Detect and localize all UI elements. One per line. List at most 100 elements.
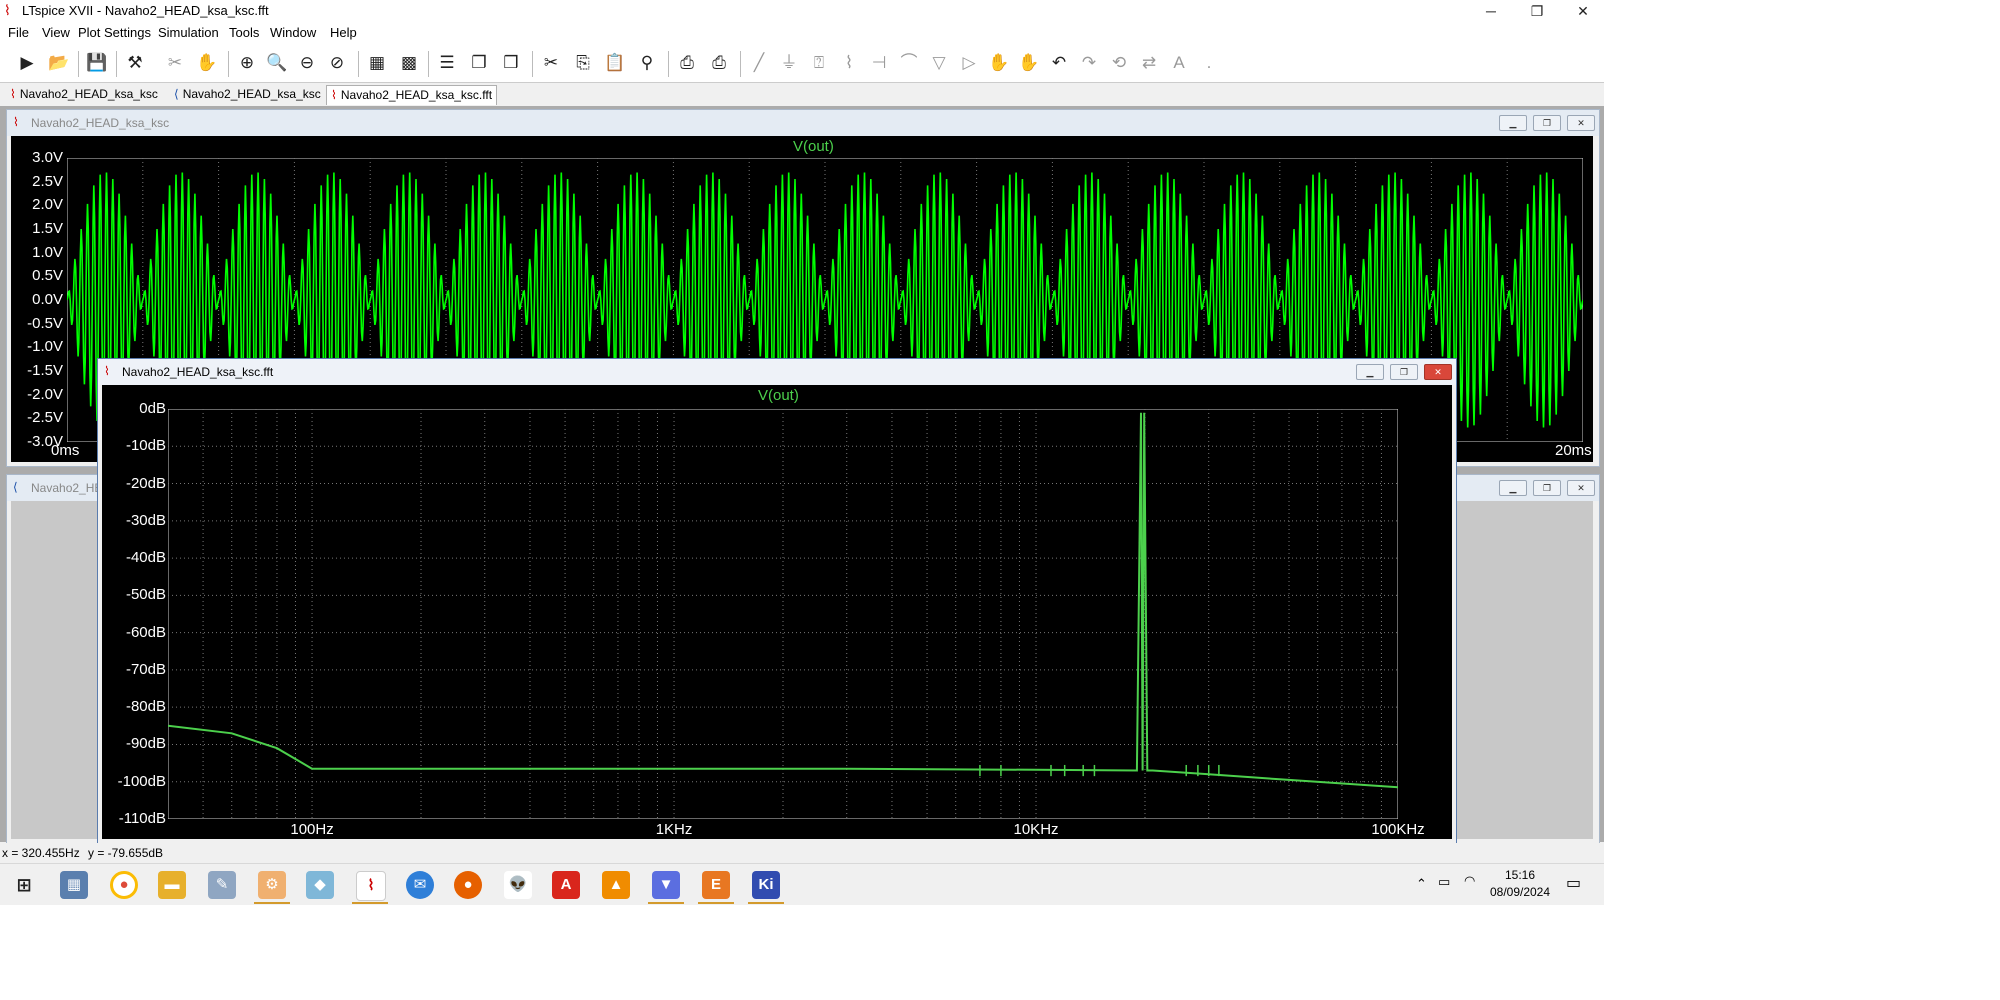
menu-view[interactable]: View <box>42 25 70 40</box>
mdi-close-button[interactable]: ✕ <box>1567 115 1595 131</box>
menu-bar: File View Plot Settings Simulation Tools… <box>0 22 1604 45</box>
wifi-icon[interactable]: ◠ <box>1464 873 1475 889</box>
toolbar-separator <box>428 51 429 77</box>
close-button[interactable]: ✕ <box>1560 0 1606 22</box>
tile-horizontal-icon[interactable]: ☰ <box>436 52 458 74</box>
label-net-icon[interactable]: ⍰ <box>808 52 830 74</box>
run-icon[interactable]: ▶ <box>16 52 38 74</box>
notes-icon[interactable]: ◆ <box>306 871 334 899</box>
clock-date[interactable]: 08/09/2024 <box>1488 885 1552 899</box>
mdi-close-button[interactable]: ✕ <box>1567 480 1595 496</box>
mdi-minimize-button[interactable]: ▁ <box>1499 115 1527 131</box>
x-tick-label: 100KHz <box>1371 821 1425 838</box>
vlc-icon[interactable]: ▲ <box>602 871 630 899</box>
print-icon[interactable]: ⎙ <box>676 52 698 74</box>
drag-icon[interactable]: ✋ <box>1018 52 1040 74</box>
time-trace-title[interactable]: V(out) <box>793 138 834 155</box>
control-panel-icon[interactable]: ⚒ <box>124 52 146 74</box>
mdi-minimize-button[interactable]: ▁ <box>1356 364 1384 380</box>
menu-simulation[interactable]: Simulation <box>158 25 219 40</box>
chrome-icon[interactable]: ● <box>110 871 138 899</box>
toolbar-separator <box>78 51 79 77</box>
open-folder-icon[interactable]: 📂 <box>48 52 70 74</box>
wire-icon[interactable]: ╱ <box>748 52 770 74</box>
y-tick-label: -2.0V <box>27 385 63 403</box>
toolbar-separator <box>532 51 533 77</box>
alien-icon[interactable]: 👽 <box>504 871 532 899</box>
redo-icon[interactable]: ↷ <box>1078 52 1100 74</box>
menu-file[interactable]: File <box>8 25 29 40</box>
rotate-icon[interactable]: ⟲ <box>1108 52 1130 74</box>
mdi-minimize-button[interactable]: ▁ <box>1499 480 1527 496</box>
spice-directive-icon[interactable]: . <box>1198 52 1220 74</box>
grid-icon[interactable]: ▩ <box>398 52 420 74</box>
text-icon[interactable]: A <box>1168 52 1190 74</box>
fft-plot-area[interactable]: V(out) 0dB -10dB -20dB -30dB -40dB -50dB -60dB… <box>102 385 1452 839</box>
acrobat-icon[interactable]: A <box>552 871 580 899</box>
save-icon[interactable]: 💾 <box>86 52 108 74</box>
vivaldi-icon[interactable]: ▼ <box>652 871 680 899</box>
cascade-icon[interactable]: ❐ <box>468 52 490 74</box>
tab-label: Navaho2_HEAD_ksa_ksc.fft <box>340 88 493 102</box>
series-line-vout[interactable] <box>168 412 1398 789</box>
fft-trace-title[interactable]: V(out) <box>758 387 799 404</box>
menu-tools[interactable]: Tools <box>229 25 259 40</box>
calculator-icon[interactable]: ▦ <box>60 871 88 899</box>
zoom-area-icon[interactable]: 🔍 <box>266 52 288 74</box>
move-icon[interactable]: ✋ <box>988 52 1010 74</box>
menu-help[interactable]: Help <box>330 25 357 40</box>
copy-icon[interactable]: ⎘ <box>572 52 594 74</box>
x-tick-label: 10KHz <box>1013 821 1059 838</box>
ereader-icon[interactable]: E <box>702 871 730 899</box>
y-tick-label: -1.5V <box>27 362 63 379</box>
notification-icon[interactable]: ▭ <box>1566 873 1581 893</box>
windows-start-icon[interactable]: ⊞ <box>10 871 38 899</box>
cut-icon[interactable]: ✂ <box>540 52 562 74</box>
component-icon[interactable]: ▷ <box>958 52 980 74</box>
probe-icon[interactable]: ✂ <box>164 52 186 74</box>
kicad-icon[interactable]: Ki <box>752 871 780 899</box>
tab-waveform-1[interactable]: ⌇ Navaho2_HEAD_ksa_ksc <box>6 85 162 104</box>
fft-plot-title: Navaho2_HEAD_ksa_ksc.fft <box>122 365 274 379</box>
app-icon[interactable]: ✎ <box>208 871 236 899</box>
zoom-fit-icon[interactable]: ⊘ <box>326 52 348 74</box>
resistor-icon[interactable]: ⌇ <box>838 52 860 74</box>
undo-icon[interactable]: ↶ <box>1048 52 1070 74</box>
menu-window[interactable]: Window <box>270 25 316 40</box>
mdi-close-button[interactable]: ✕ <box>1424 364 1452 380</box>
mdi-maximize-button[interactable]: ❐ <box>1390 364 1418 380</box>
mdi-area: ⌇ Navaho2_HEAD_ksa_ksc ▁ ❐ ✕ V(out) 3.0V… <box>0 106 1604 844</box>
photos-icon[interactable]: ⚙ <box>258 871 286 899</box>
menu-plot-settings[interactable]: Plot Settings <box>78 25 151 40</box>
clock-time[interactable]: 15:16 <box>1488 868 1552 882</box>
capacitor-icon[interactable]: ⊣ <box>868 52 890 74</box>
mdi-maximize-button[interactable]: ❐ <box>1533 115 1561 131</box>
tile-vertical-icon[interactable]: ❒ <box>500 52 522 74</box>
ltspice-icon[interactable]: ⌇ <box>356 871 386 901</box>
inductor-icon[interactable]: ⌒ <box>898 52 920 74</box>
thunderbird-icon[interactable]: ✉ <box>406 871 434 899</box>
maximize-button[interactable]: ❐ <box>1514 0 1560 22</box>
find-icon[interactable]: ⚲ <box>636 52 658 74</box>
minimize-button[interactable]: ─ <box>1468 0 1514 22</box>
tab-fft[interactable]: ⌇ Navaho2_HEAD_ksa_ksc.fft <box>326 85 498 105</box>
fft-plot-window[interactable]: ⌇ Navaho2_HEAD_ksa_ksc.fft ▁ ❐ ✕ V(out) … <box>97 358 1457 844</box>
paste-icon[interactable]: 📋 <box>604 52 626 74</box>
mirror-icon[interactable]: ⇄ <box>1138 52 1160 74</box>
waveform-icon: ⌇ <box>10 87 16 101</box>
firefox-icon[interactable]: ● <box>454 871 482 899</box>
print-preview-icon[interactable]: ⎙ <box>708 52 730 74</box>
mdi-maximize-button[interactable]: ❐ <box>1533 480 1561 496</box>
tab-schematic[interactable]: ⟨ Navaho2_HEAD_ksa_ksc <box>170 85 325 104</box>
halt-icon[interactable]: ✋ <box>196 52 218 74</box>
ground-icon[interactable]: ⏚ <box>778 52 800 74</box>
diode-icon[interactable]: ▽ <box>928 52 950 74</box>
battery-icon[interactable]: ▭ <box>1438 874 1450 890</box>
window-title: LTspice XVII - Navaho2_HEAD_ksa_ksc.fft <box>22 3 269 18</box>
autorange-icon[interactable]: ▦ <box>366 52 388 74</box>
file-explorer-icon[interactable]: ▬ <box>158 871 186 899</box>
zoom-out-icon[interactable]: ⊖ <box>296 52 318 74</box>
fft-plot-svg[interactable] <box>168 409 1398 819</box>
chevron-up-icon[interactable]: ⌃ <box>1416 876 1427 892</box>
zoom-in-icon[interactable]: ⊕ <box>236 52 258 74</box>
